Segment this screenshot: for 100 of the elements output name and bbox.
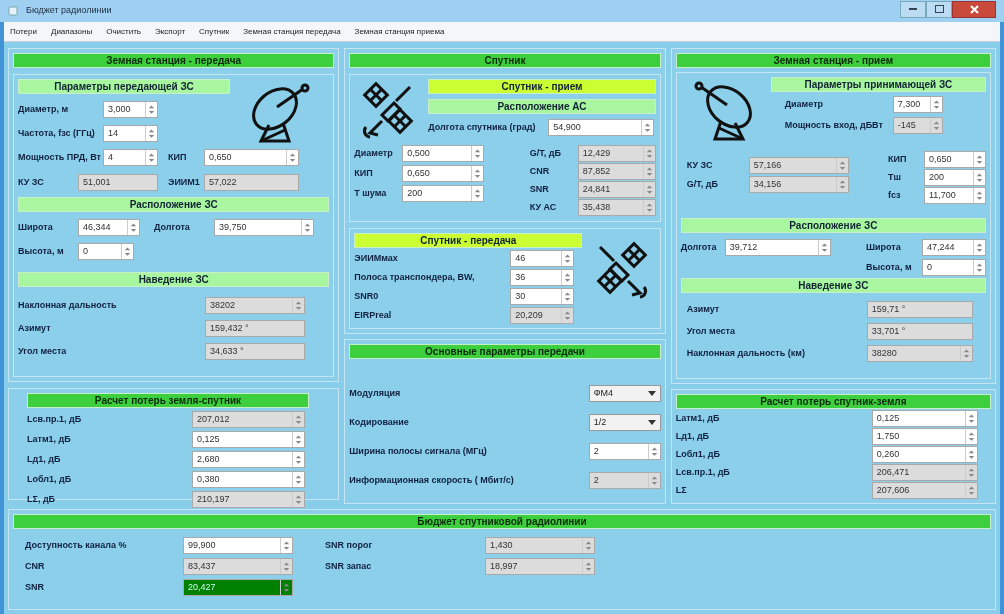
spinner-icon[interactable] <box>280 580 292 595</box>
spin-box[interactable]: 18,997 <box>485 558 595 575</box>
spinner-icon[interactable] <box>280 538 292 553</box>
spin-box[interactable]: 207,606 <box>871 482 978 499</box>
menu-item[interactable]: Земная станция приема <box>354 25 445 38</box>
spinner-icon[interactable] <box>973 240 985 255</box>
spinner-icon[interactable] <box>647 473 660 488</box>
spin-box[interactable]: 34,156 <box>748 176 849 193</box>
spinner-icon[interactable] <box>964 429 977 444</box>
spin-box[interactable]: 38280 <box>866 345 973 362</box>
spinner-icon[interactable] <box>964 447 977 462</box>
spinner-icon[interactable] <box>964 411 977 426</box>
spin-box[interactable]: 54,900 <box>548 119 655 136</box>
text-field[interactable]: 57,022 <box>204 174 299 191</box>
spinner-icon[interactable] <box>647 444 660 459</box>
text-field[interactable]: 51,001 <box>78 174 158 191</box>
spinner-icon[interactable] <box>642 146 655 161</box>
spinner-icon[interactable] <box>642 164 655 179</box>
spinner-icon[interactable] <box>145 102 157 117</box>
menu-item[interactable]: Очистить <box>106 25 142 38</box>
spinner-icon[interactable] <box>817 240 830 255</box>
spin-box[interactable]: 39,750 <box>214 219 314 236</box>
spin-box[interactable]: 39,712 <box>724 239 831 256</box>
spin-box[interactable]: 20,209 <box>510 307 575 324</box>
spin-box[interactable]: 14 <box>103 125 158 142</box>
spin-box[interactable]: 1,430 <box>485 537 595 554</box>
spin-box[interactable]: 46 <box>510 250 575 267</box>
spinner-icon[interactable] <box>929 97 942 112</box>
spin-box[interactable]: 46,344 <box>78 219 140 236</box>
spinner-icon[interactable] <box>642 182 655 197</box>
spin-box[interactable]: 20,427 <box>183 579 293 596</box>
text-field[interactable]: 159,432 ° <box>205 320 305 337</box>
menu-item[interactable]: Диапазоны <box>50 25 93 38</box>
spin-box[interactable]: 57,166 <box>748 157 849 174</box>
spinner-icon[interactable] <box>292 452 304 467</box>
spinner-icon[interactable] <box>301 220 313 235</box>
spin-box[interactable]: 206,471 <box>871 464 978 481</box>
spin-box[interactable]: 83,437 <box>183 558 293 575</box>
menu-item[interactable]: Потери <box>10 25 37 38</box>
spin-box[interactable]: 200 <box>402 185 485 202</box>
spin-box[interactable]: 38202 <box>205 297 305 314</box>
spinner-icon[interactable] <box>929 118 942 133</box>
spin-box[interactable]: 30 <box>510 288 575 305</box>
spin-box[interactable]: 47,244 <box>922 239 986 256</box>
menu-item[interactable]: Земная станция передача <box>243 25 341 38</box>
spinner-icon[interactable] <box>582 559 594 574</box>
spinner-icon[interactable] <box>127 220 139 235</box>
spin-box[interactable]: 0,650 <box>924 151 986 168</box>
spin-box[interactable]: 4 <box>103 149 158 166</box>
spin-box[interactable]: 0 <box>78 243 134 260</box>
spin-box[interactable]: -145 <box>892 117 943 134</box>
spinner-icon[interactable] <box>145 150 157 165</box>
spinner-icon[interactable] <box>973 170 985 185</box>
spinner-icon[interactable] <box>121 244 133 259</box>
spin-box[interactable]: 2,680 <box>192 451 305 468</box>
spinner-icon[interactable] <box>642 200 655 215</box>
dropdown[interactable]: ФМ4 <box>588 385 661 402</box>
maximize-button[interactable] <box>926 0 952 18</box>
text-field[interactable]: 34,633 ° <box>205 343 305 360</box>
spinner-icon[interactable] <box>292 472 304 487</box>
spin-box[interactable]: 0,125 <box>192 431 305 448</box>
spin-box[interactable]: 2 <box>588 443 661 460</box>
spinner-icon[interactable] <box>292 432 304 447</box>
spinner-icon[interactable] <box>835 177 848 192</box>
spin-box[interactable]: 3,000 <box>103 101 158 118</box>
spinner-icon[interactable] <box>286 150 298 165</box>
spin-box[interactable]: 0,650 <box>402 165 485 182</box>
spin-box[interactable]: 1,750 <box>871 428 978 445</box>
spinner-icon[interactable] <box>835 158 848 173</box>
spin-box[interactable]: 36 <box>510 269 575 286</box>
spin-box[interactable]: 24,841 <box>577 181 656 198</box>
text-field[interactable]: 159,71 ° <box>866 301 973 318</box>
menu-item[interactable]: Экспорт <box>155 25 186 38</box>
spin-box[interactable]: 210,197 <box>192 491 305 508</box>
spin-box[interactable]: 0,380 <box>192 471 305 488</box>
close-button[interactable] <box>952 0 996 18</box>
spin-box[interactable]: 207,012 <box>192 411 305 428</box>
spin-box[interactable]: 0,260 <box>871 446 978 463</box>
spin-box[interactable]: 99,900 <box>183 537 293 554</box>
spin-box[interactable]: 2 <box>588 472 661 489</box>
spinner-icon[interactable] <box>292 298 304 313</box>
spin-box[interactable]: 0 <box>922 259 986 276</box>
spin-box[interactable]: 7,300 <box>892 96 943 113</box>
spinner-icon[interactable] <box>292 412 304 427</box>
spinner-icon[interactable] <box>582 538 594 553</box>
spinner-icon[interactable] <box>292 492 304 507</box>
spin-box[interactable]: 0,500 <box>402 145 485 162</box>
spin-box[interactable]: 12,429 <box>577 145 656 162</box>
spinner-icon[interactable] <box>280 559 292 574</box>
spin-box[interactable]: 11,700 <box>924 187 986 204</box>
spin-box[interactable]: 35,438 <box>577 199 656 216</box>
menu-item[interactable]: Спутник <box>199 25 230 38</box>
spinner-icon[interactable] <box>964 465 977 480</box>
spinner-icon[interactable] <box>973 152 985 167</box>
dropdown[interactable]: 1/2 <box>588 414 661 431</box>
spinner-icon[interactable] <box>973 188 985 203</box>
minimize-button[interactable] <box>900 0 926 18</box>
text-field[interactable]: 33,701 ° <box>866 323 973 340</box>
spin-box[interactable]: 0,125 <box>871 410 978 427</box>
spinner-icon[interactable] <box>973 260 985 275</box>
